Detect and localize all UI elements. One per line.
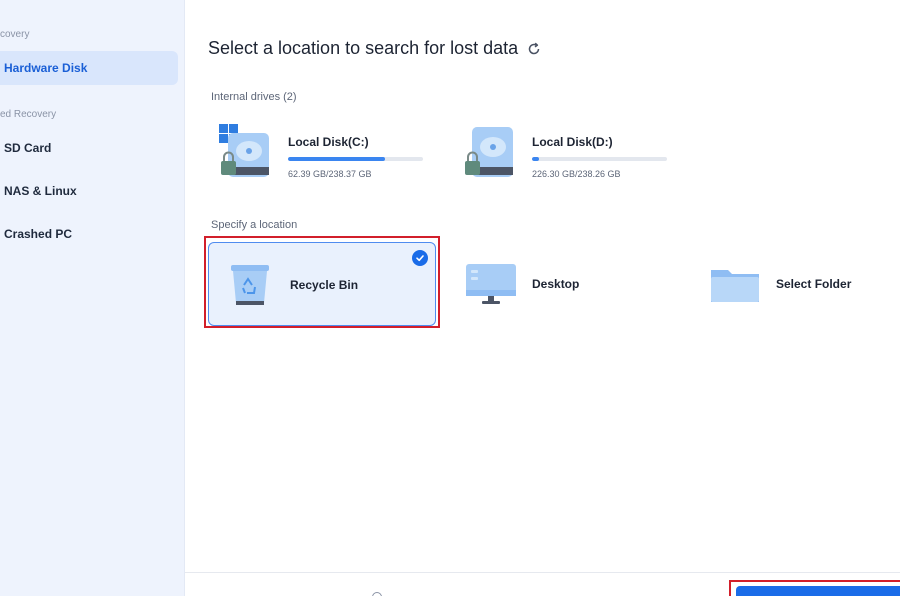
location-label: Desktop — [532, 277, 580, 291]
drive-size: 62.39 GB/238.37 GB — [288, 169, 372, 179]
footer-divider — [185, 572, 900, 573]
location-desktop[interactable]: Desktop — [447, 242, 675, 326]
sidebar-item-nas-linux[interactable]: NAS & Linux — [0, 174, 178, 208]
drive-d[interactable]: Local Disk(D:) 226.30 GB/238.26 GB — [463, 121, 683, 185]
sidebar-section-recovery: covery — [0, 29, 30, 40]
help-icon[interactable] — [372, 592, 382, 596]
main-panel: Select a location to search for lost dat… — [185, 0, 900, 596]
folder-icon — [710, 260, 759, 308]
drive-name: Local Disk(D:) — [532, 135, 613, 149]
refresh-icon[interactable] — [526, 41, 542, 57]
windows-disk-icon — [219, 121, 273, 179]
specify-location-label: Specify a location — [211, 219, 298, 231]
drive-usage-fill — [532, 157, 539, 161]
location-label: Select Folder — [776, 277, 852, 291]
location-label: Recycle Bin — [290, 278, 359, 292]
location-recycle-bin[interactable]: Recycle Bin — [208, 242, 436, 326]
drive-size: 226.30 GB/238.26 GB — [532, 169, 621, 179]
page-title: Select a location to search for lost dat… — [208, 38, 542, 59]
sidebar-item-label: Crashed PC — [4, 227, 73, 241]
checkmark-icon — [412, 250, 428, 266]
sidebar-section-advanced-recovery: ed Recovery — [0, 109, 57, 120]
drive-usage-bar — [288, 157, 423, 161]
drive-name: Local Disk(C:) — [288, 135, 369, 149]
recycle-bin-icon — [227, 261, 273, 309]
sidebar-item-label: SD Card — [4, 141, 52, 155]
sidebar: covery Hardware Disk ed Recovery SD Card… — [0, 0, 185, 596]
drive-c[interactable]: Local Disk(C:) 62.39 GB/238.37 GB — [219, 121, 439, 185]
sidebar-item-label: NAS & Linux — [4, 184, 77, 198]
disk-icon — [463, 121, 517, 179]
monitor-icon — [465, 260, 516, 308]
sidebar-item-sd-card[interactable]: SD Card — [0, 131, 178, 165]
page-title-text: Select a location to search for lost dat… — [208, 38, 519, 58]
sidebar-item-label: Hardware Disk — [4, 61, 88, 75]
location-select-folder[interactable]: Select Folder — [692, 242, 900, 326]
scan-button[interactable] — [736, 586, 900, 596]
sidebar-item-crashed-pc[interactable]: Crashed PC — [0, 217, 178, 251]
internal-drives-label: Internal drives (2) — [211, 91, 297, 103]
drive-usage-bar — [532, 157, 667, 161]
drive-usage-fill — [288, 157, 386, 161]
sidebar-item-hardware-disk[interactable]: Hardware Disk — [0, 51, 178, 85]
